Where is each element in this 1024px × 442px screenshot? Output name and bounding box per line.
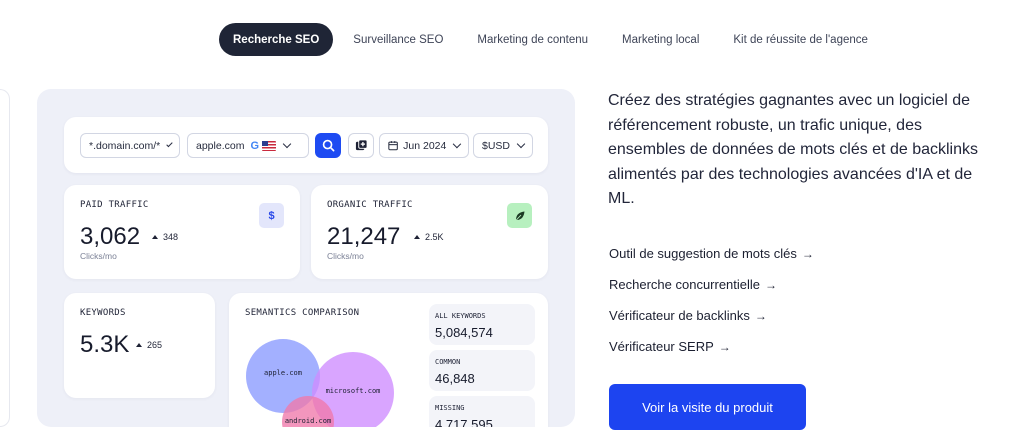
organic-traffic-value: 21,247 <box>327 223 401 250</box>
link-competitive-research-label: Recherche concurrentielle <box>609 277 761 292</box>
venn-label-apple: apple.com <box>264 369 302 377</box>
venn-label-microsoft: microsoft.com <box>325 387 381 395</box>
us-flag-icon <box>262 140 277 151</box>
stat-all-keywords-value: 5,084,574 <box>435 325 493 340</box>
link-competitive-research[interactable]: Recherche concurrentielle → <box>609 269 814 300</box>
add-button[interactable] <box>348 133 374 158</box>
leaf-icon <box>507 203 532 228</box>
paid-traffic-value: 3,062 <box>80 223 141 250</box>
search-button[interactable] <box>315 133 341 158</box>
date-select[interactable]: Jun 2024 <box>379 133 469 158</box>
stat-missing-value: 4,717,595 <box>435 417 493 427</box>
currency-select[interactable]: $USD <box>473 133 533 158</box>
tab-recherche-seo[interactable]: Recherche SEO <box>219 23 334 56</box>
chevron-down-icon <box>166 140 173 148</box>
keywords-delta: 265 <box>136 340 162 350</box>
arrow-right-icon: → <box>801 246 814 261</box>
stat-missing: MISSING 4,717,595 <box>429 396 535 427</box>
link-serp-checker-label: Vérificateur SERP <box>609 339 714 354</box>
chevron-down-icon <box>453 139 462 149</box>
arrow-right-icon: → <box>754 308 767 323</box>
semantics-comparison-card: SEMANTICS COMPARISON apple.com microsoft… <box>229 293 548 427</box>
leaf-shape <box>515 211 524 221</box>
stat-common-value: 46,848 <box>435 371 475 386</box>
chevron-down-icon <box>282 139 292 149</box>
tab-marketing-contenu[interactable]: Marketing de contenu <box>463 23 602 56</box>
tab-kit-agence[interactable]: Kit de réussite de l'agence <box>719 23 882 56</box>
link-keyword-suggestion[interactable]: Outil de suggestion de mots clés → <box>609 238 814 269</box>
dashboard-preview: *.domain.com/* apple.com G Jun 2024 $USD… <box>37 89 575 427</box>
organic-traffic-card: ORGANIC TRAFFIC 21,247 2.5K Clicks/mo <box>311 185 548 279</box>
link-backlink-checker[interactable]: Vérificateur de backlinks → <box>609 300 814 331</box>
date-value: Jun 2024 <box>403 139 447 152</box>
product-tour-button[interactable]: Voir la visite du produit <box>609 384 806 430</box>
organic-traffic-delta: 2.5K <box>414 232 444 242</box>
link-backlink-checker-label: Vérificateur de backlinks <box>609 308 750 323</box>
arrow-right-icon: → <box>765 277 778 292</box>
keywords-delta-value: 265 <box>147 340 163 350</box>
filter-bar: *.domain.com/* apple.com G Jun 2024 $USD <box>64 117 548 173</box>
stat-all-keywords-label: ALL KEYWORDS <box>435 312 486 320</box>
semantics-title: SEMANTICS COMPARISON <box>245 308 360 318</box>
keywords-value: 5.3K <box>80 331 130 358</box>
calendar-icon <box>388 141 398 151</box>
paid-traffic-label: PAID TRAFFIC <box>80 200 149 210</box>
add-square-icon <box>355 139 368 151</box>
target-domain-input[interactable]: apple.com G <box>187 133 309 158</box>
domain-scope-value: *.domain.com/* <box>89 139 161 152</box>
feature-links: Outil de suggestion de mots clés → Recher… <box>609 238 814 362</box>
organic-traffic-delta-value: 2.5K <box>425 232 444 242</box>
product-tabs: Recherche SEO Surveillance SEO Marketing… <box>219 23 882 56</box>
trend-up-icon <box>152 235 158 239</box>
product-description: Créez des stratégies gagnantes avec un l… <box>608 92 978 207</box>
paid-traffic-card: PAID TRAFFIC $ 3,062 348 Clicks/mo <box>64 185 300 279</box>
organic-traffic-label: ORGANIC TRAFFIC <box>327 200 413 210</box>
google-icon: G <box>250 139 260 152</box>
link-keyword-suggestion-label: Outil de suggestion de mots clés <box>609 246 797 261</box>
trend-up-icon <box>414 235 420 239</box>
stat-all-keywords: ALL KEYWORDS 5,084,574 <box>429 304 535 345</box>
venn-label-android: android.com <box>284 417 332 425</box>
arrow-right-icon: → <box>718 339 731 354</box>
search-icon <box>322 139 334 152</box>
link-serp-checker[interactable]: Vérificateur SERP → <box>609 331 814 362</box>
paid-traffic-unit: Clicks/mo <box>80 251 117 261</box>
target-domain-value: apple.com <box>196 139 245 152</box>
stat-missing-label: MISSING <box>435 404 465 412</box>
chevron-down-icon <box>516 139 526 149</box>
keywords-label: KEYWORDS <box>80 308 126 318</box>
paid-traffic-delta: 348 <box>152 232 178 242</box>
dollar-icon: $ <box>259 203 284 228</box>
paid-traffic-delta-value: 348 <box>163 232 179 242</box>
currency-value: $USD <box>482 139 511 152</box>
organic-traffic-unit: Clicks/mo <box>327 251 364 261</box>
previous-slide-edge <box>0 89 10 427</box>
tab-marketing-local[interactable]: Marketing local <box>608 23 713 56</box>
stat-common-label: COMMON <box>435 358 461 366</box>
keywords-card: KEYWORDS 5.3K 265 <box>64 293 215 398</box>
tab-surveillance-seo[interactable]: Surveillance SEO <box>339 23 457 56</box>
trend-up-icon <box>136 343 142 347</box>
stat-common: COMMON 46,848 <box>429 350 535 391</box>
domain-scope-select[interactable]: *.domain.com/* <box>80 133 180 158</box>
